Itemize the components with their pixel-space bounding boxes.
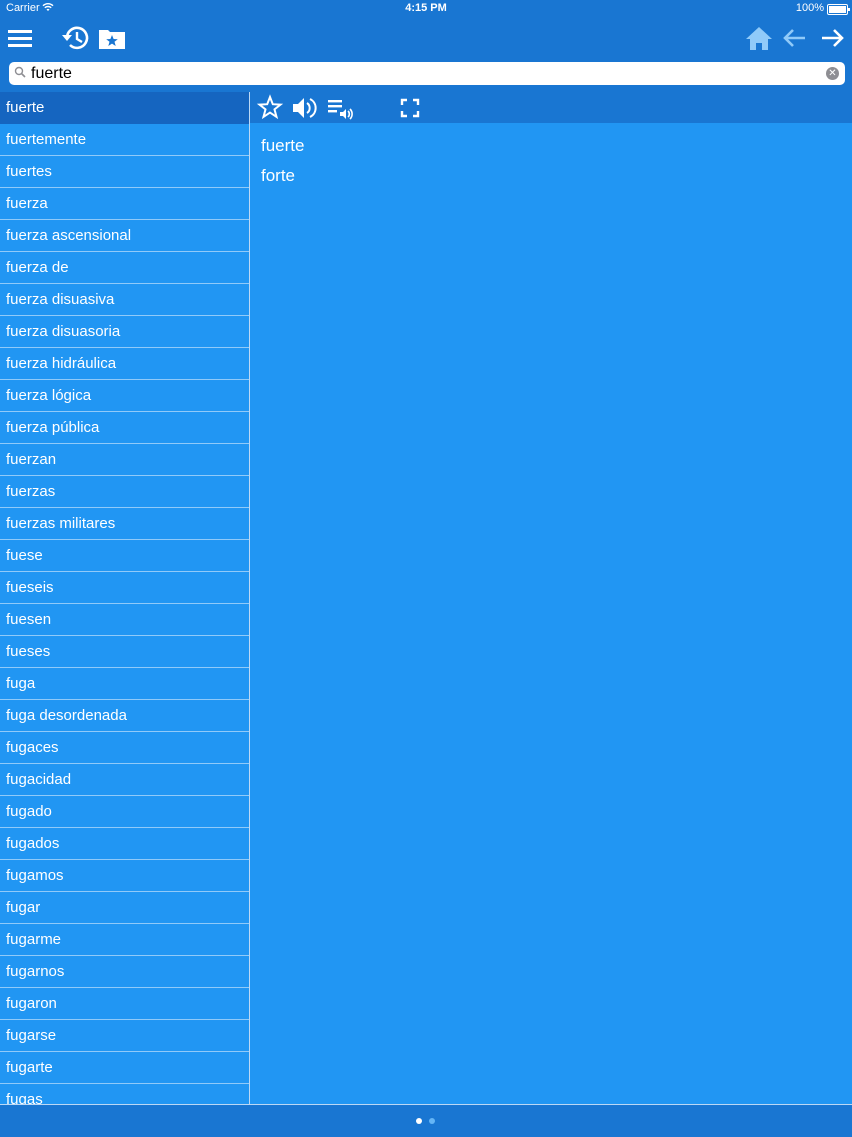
- word-list-item[interactable]: fuerza ascensional: [0, 220, 249, 252]
- search-field[interactable]: ✕: [9, 62, 845, 85]
- word-list-item[interactable]: fueses: [0, 636, 249, 668]
- word-list-item[interactable]: fueseis: [0, 572, 249, 604]
- word-list-item[interactable]: fuerza hidráulica: [0, 348, 249, 380]
- hamburger-menu-icon[interactable]: [4, 22, 36, 54]
- headword: fuerte: [261, 136, 305, 155]
- word-list-item[interactable]: fuerte: [0, 92, 249, 124]
- word-list-item[interactable]: fuerzan: [0, 444, 249, 476]
- translation-text: forte: [261, 166, 296, 185]
- word-list-item[interactable]: fuesen: [0, 604, 249, 636]
- word-list-item[interactable]: fuese: [0, 540, 249, 572]
- word-list-item[interactable]: fugamos: [0, 860, 249, 892]
- star-icon[interactable]: [256, 94, 284, 122]
- word-list-item[interactable]: fugas: [0, 1084, 249, 1104]
- translation-panel: fuerte forte: [250, 123, 852, 1104]
- home-icon[interactable]: [743, 22, 775, 54]
- word-list-item[interactable]: fugarte: [0, 1052, 249, 1084]
- word-list-item[interactable]: fuertes: [0, 156, 249, 188]
- arrow-left-icon[interactable]: [779, 22, 811, 54]
- clear-search-icon[interactable]: ✕: [826, 67, 839, 80]
- clock: 4:15 PM: [405, 2, 447, 14]
- fullscreen-icon[interactable]: [396, 94, 424, 122]
- word-list-item[interactable]: fuga desordenada: [0, 700, 249, 732]
- battery-icon: [827, 4, 850, 15]
- word-list-item[interactable]: fugarme: [0, 924, 249, 956]
- favorites-folder-icon[interactable]: [96, 22, 128, 54]
- page-dot[interactable]: [429, 1118, 435, 1124]
- word-list-item[interactable]: fuerzas: [0, 476, 249, 508]
- word-list-item[interactable]: fugaces: [0, 732, 249, 764]
- word-list-item[interactable]: fugarse: [0, 1020, 249, 1052]
- word-list-item[interactable]: fuerza pública: [0, 412, 249, 444]
- word-list-item[interactable]: fuerzas militares: [0, 508, 249, 540]
- word-list-item[interactable]: fugacidad: [0, 764, 249, 796]
- bottom-bar: [0, 1104, 852, 1137]
- battery-percent: 100%: [795, 2, 824, 14]
- page-dot-active: [416, 1118, 422, 1124]
- detail-toolbar: [250, 92, 852, 123]
- word-list-item[interactable]: fuerza: [0, 188, 249, 220]
- word-list: fuerte fuertemente fuertes fuerza fuerza asc…: [0, 92, 250, 1104]
- word-list-item[interactable]: fuertemente: [0, 124, 249, 156]
- search-input[interactable]: [29, 63, 823, 85]
- word-list-item[interactable]: fugarnos: [0, 956, 249, 988]
- read-aloud-icon[interactable]: [326, 94, 354, 122]
- word-list-item[interactable]: fuga: [0, 668, 249, 700]
- word-list-item[interactable]: fugar: [0, 892, 249, 924]
- search-bar: ✕: [0, 58, 852, 92]
- top-toolbar: [0, 18, 852, 58]
- search-icon: [14, 66, 26, 78]
- word-list-item[interactable]: fuerza disuasoria: [0, 316, 249, 348]
- word-list-item[interactable]: fugaron: [0, 988, 249, 1020]
- arrow-right-icon[interactable]: [816, 22, 848, 54]
- word-list-item[interactable]: fugados: [0, 828, 249, 860]
- speaker-icon[interactable]: [290, 94, 318, 122]
- word-list-item[interactable]: fugado: [0, 796, 249, 828]
- word-list-item[interactable]: fuerza lógica: [0, 380, 249, 412]
- history-icon[interactable]: [59, 22, 91, 54]
- status-bar: Carrier 4:15 PM 100%: [0, 0, 852, 18]
- word-list-item[interactable]: fuerza disuasiva: [0, 284, 249, 316]
- word-list-item[interactable]: fuerza de: [0, 252, 249, 284]
